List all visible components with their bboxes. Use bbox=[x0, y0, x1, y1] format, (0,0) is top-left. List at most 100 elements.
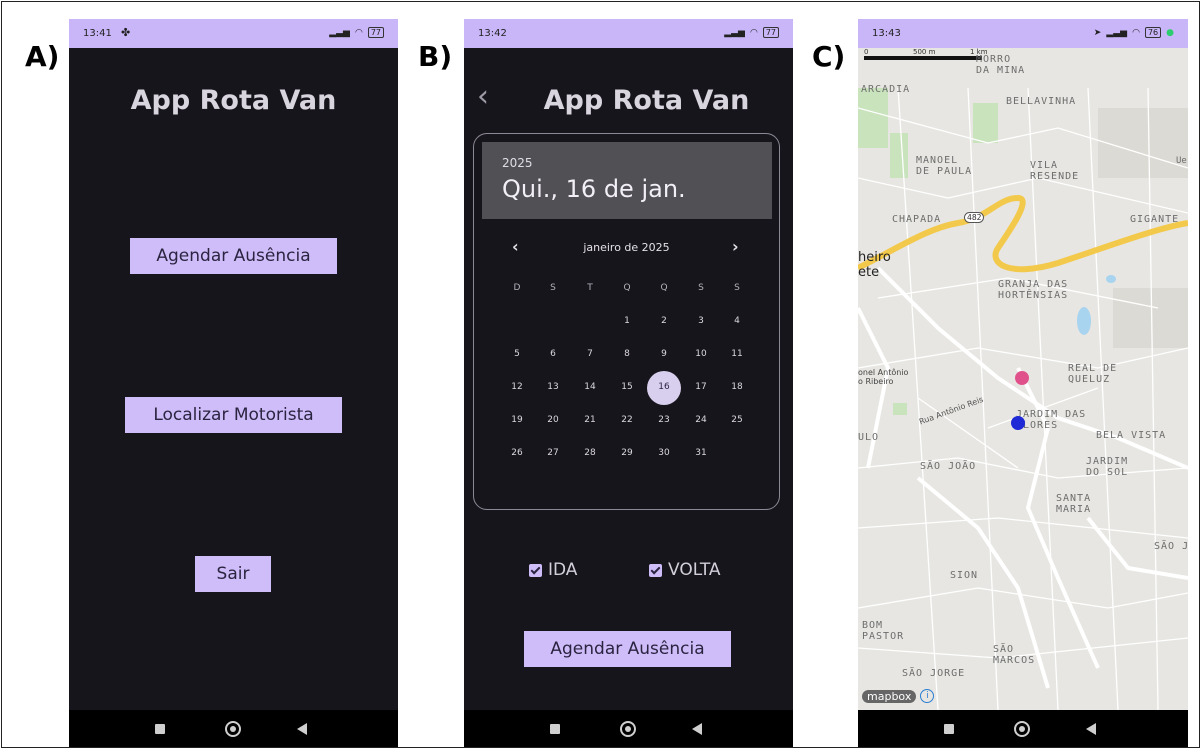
weekday-label: Q bbox=[660, 283, 668, 293]
calendar-day[interactable]: 12 bbox=[505, 382, 529, 392]
destination-marker[interactable] bbox=[1015, 371, 1029, 385]
signal-icon: ▂▃▅ bbox=[329, 27, 350, 38]
locate-driver-button[interactable]: Localizar Motorista bbox=[125, 397, 342, 433]
calendar-day[interactable]: 10 bbox=[689, 349, 713, 359]
nav-bar bbox=[69, 710, 398, 747]
driver-location-marker[interactable] bbox=[1011, 416, 1025, 430]
map-label: GIGANTE bbox=[1130, 214, 1180, 225]
calendar-day[interactable]: 22 bbox=[615, 415, 639, 425]
map-label: REAL DE QUELUZ bbox=[1068, 363, 1118, 385]
selected-date: Qui., 16 de jan. bbox=[502, 175, 686, 203]
calendar-day[interactable]: 19 bbox=[505, 415, 529, 425]
wifi-icon: ◠ bbox=[1132, 27, 1140, 38]
calendar-day[interactable]: 23 bbox=[652, 415, 676, 425]
map-label: CHAPADA bbox=[892, 214, 942, 225]
map-label: JARDIM DAS FLORES bbox=[1016, 409, 1087, 431]
status-time: 13:41 bbox=[83, 28, 112, 39]
next-month-icon[interactable]: › bbox=[732, 237, 739, 256]
weekday-label: S bbox=[698, 283, 704, 293]
map-label: VILA RESENDE bbox=[1030, 160, 1080, 182]
home-icon[interactable] bbox=[1014, 721, 1030, 737]
map-view[interactable]: 0 500 m 1 km MORRO DA MINA ARCADIA BELLA… bbox=[858, 48, 1188, 710]
status-icons: ➤ ▂▃▅ ◠ 76 ● bbox=[1094, 27, 1174, 38]
signal-icon: ▂▃▅ bbox=[1106, 27, 1128, 38]
calendar-day[interactable]: 27 bbox=[541, 448, 565, 458]
calendar-day[interactable]: 2 bbox=[652, 316, 676, 326]
schedule-absence-button[interactable]: Agendar Ausência bbox=[130, 238, 337, 274]
calendar-day[interactable]: 18 bbox=[725, 382, 749, 392]
calendar-day[interactable]: 30 bbox=[652, 448, 676, 458]
panel-label-b: B) bbox=[418, 40, 453, 73]
calendar-day[interactable]: 9 bbox=[652, 349, 676, 359]
calendar-day[interactable]: 17 bbox=[689, 382, 713, 392]
calendar-day[interactable]: 15 bbox=[615, 382, 639, 392]
calendar-day[interactable]: 11 bbox=[725, 349, 749, 359]
map-label: MORRO DA MINA bbox=[976, 54, 1026, 76]
active-dot-icon: ● bbox=[1166, 27, 1174, 38]
logout-button[interactable]: Sair bbox=[195, 556, 271, 592]
calendar-day[interactable]: 14 bbox=[578, 382, 602, 392]
weekday-label: Q bbox=[623, 283, 631, 293]
checkbox-checked-icon bbox=[529, 563, 542, 577]
map-label: Ue bbox=[1176, 156, 1187, 166]
weekday-label: D bbox=[513, 283, 521, 293]
status-bar: 13:42 ▂▃▅ ◠ 77 bbox=[464, 19, 793, 48]
calendar-day[interactable]: 7 bbox=[578, 349, 602, 359]
map-label: GRANJA DAS HORTÊNSIAS bbox=[998, 279, 1069, 301]
calendar-day[interactable]: 25 bbox=[725, 415, 749, 425]
calendar-day[interactable]: 28 bbox=[578, 448, 602, 458]
volta-checkbox[interactable]: VOLTA bbox=[649, 560, 721, 580]
calendar-day[interactable]: 20 bbox=[541, 415, 565, 425]
recents-icon[interactable] bbox=[155, 724, 165, 734]
nav-bar bbox=[464, 710, 793, 747]
home-icon[interactable] bbox=[620, 721, 636, 737]
phone-b-screen: 13:42 ▂▃▅ ◠ 77 ‹ App Rota Van 2025 Qui.,… bbox=[464, 19, 793, 747]
scale-500m: 500 m bbox=[913, 48, 936, 56]
back-icon[interactable] bbox=[297, 723, 307, 735]
status-time: 13:42 bbox=[478, 28, 507, 39]
park-area bbox=[890, 133, 908, 178]
wifi-icon: ◠ bbox=[354, 27, 363, 38]
back-icon[interactable] bbox=[1086, 723, 1096, 735]
calendar-day[interactable]: 26 bbox=[505, 448, 529, 458]
selected-year[interactable]: 2025 bbox=[502, 156, 533, 170]
app-title: App Rota Van bbox=[543, 85, 750, 116]
ida-checkbox[interactable]: IDA bbox=[529, 560, 577, 580]
home-icon[interactable] bbox=[225, 721, 241, 737]
recents-icon[interactable] bbox=[550, 724, 560, 734]
ida-label: IDA bbox=[548, 560, 578, 580]
volta-label: VOLTA bbox=[668, 560, 721, 580]
calendar-day[interactable]: 13 bbox=[541, 382, 565, 392]
calendar-day[interactable]: 24 bbox=[689, 415, 713, 425]
calendar-day[interactable]: 29 bbox=[615, 448, 639, 458]
scale-zero: 0 bbox=[864, 48, 869, 56]
calendar-day[interactable]: 1 bbox=[615, 316, 639, 326]
phone-c-screen: 13:43 ➤ ▂▃▅ ◠ 76 ● 0 500 m 1 km MORRO DA… bbox=[858, 19, 1188, 747]
schedule-absence-button[interactable]: Agendar Ausência bbox=[524, 631, 731, 667]
battery-icon: 77 bbox=[367, 27, 384, 38]
park-area bbox=[973, 103, 998, 143]
calendar-day[interactable]: 3 bbox=[689, 316, 713, 326]
calendar-day[interactable]: 21 bbox=[578, 415, 602, 425]
back-icon[interactable] bbox=[692, 723, 702, 735]
park-area bbox=[858, 88, 888, 148]
map-label: SÃO JOÃO bbox=[920, 461, 977, 472]
date-picker-header: 2025 Qui., 16 de jan. bbox=[482, 142, 772, 219]
info-icon[interactable]: i bbox=[920, 689, 935, 703]
map-label: JARDIM DO SOL bbox=[1086, 456, 1129, 478]
calendar-day[interactable]: 4 bbox=[725, 316, 749, 326]
calendar-day[interactable]: 5 bbox=[505, 349, 529, 359]
weekday-label: T bbox=[587, 283, 593, 293]
scale-bar bbox=[864, 56, 982, 60]
map-label: ULO bbox=[858, 432, 880, 443]
recents-icon[interactable] bbox=[944, 724, 954, 734]
calendar-day-selected[interactable]: 16 bbox=[652, 382, 676, 392]
calendar-day[interactable]: 31 bbox=[689, 448, 713, 458]
map-label: onel Antônio o Ribeiro bbox=[858, 368, 909, 386]
weekday-label: S bbox=[734, 283, 740, 293]
calendar-day[interactable]: 6 bbox=[541, 349, 565, 359]
wifi-icon: ◠ bbox=[749, 27, 758, 38]
calendar-day[interactable]: 8 bbox=[615, 349, 639, 359]
map-label: BOM PASTOR bbox=[862, 620, 905, 642]
status-icons: ▂▃▅ ◠ 77 bbox=[724, 27, 779, 38]
